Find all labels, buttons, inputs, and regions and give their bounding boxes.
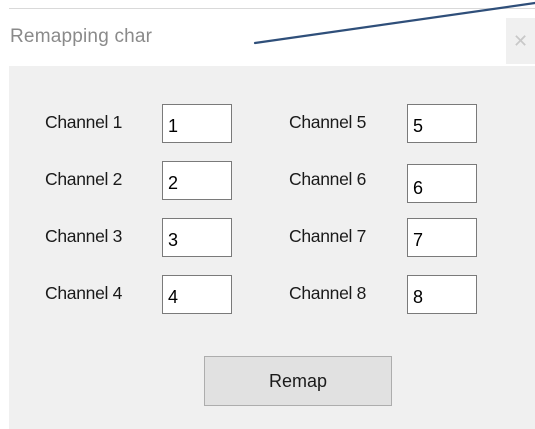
- channel-5-input[interactable]: [407, 104, 477, 143]
- channel-5-label: Channel 5: [289, 112, 367, 132]
- remap-button[interactable]: Remap: [204, 356, 392, 406]
- dialog-client-area: Channel 1 Channel 2 Channel 3 Channel 4 …: [9, 66, 535, 429]
- window-title: Remapping char: [10, 26, 153, 47]
- channel-3-label: Channel 3: [45, 226, 123, 246]
- channel-6-label: Channel 6: [289, 169, 367, 189]
- channel-2-label: Channel 2: [45, 169, 123, 189]
- title-bar[interactable]: Remapping char ✕: [9, 9, 535, 65]
- channel-6-input[interactable]: [407, 164, 477, 203]
- channel-1-input[interactable]: [162, 104, 232, 143]
- channel-1-label: Channel 1: [45, 112, 123, 132]
- channel-7-input[interactable]: [407, 218, 477, 257]
- close-button[interactable]: ✕: [506, 18, 535, 64]
- channel-4-label: Channel 4: [45, 283, 123, 303]
- channel-2-input[interactable]: [162, 161, 232, 200]
- channel-3-input[interactable]: [162, 218, 232, 257]
- channel-4-input[interactable]: [162, 275, 232, 314]
- screenshot-stage: Remapping char ✕ Channel 1 Channel 2 Cha…: [0, 0, 535, 429]
- channel-8-input[interactable]: [407, 275, 477, 314]
- channel-7-label: Channel 7: [289, 226, 367, 246]
- channel-8-label: Channel 8: [289, 283, 367, 303]
- close-icon: ✕: [512, 31, 529, 51]
- remapping-dialog: Remapping char ✕ Channel 1 Channel 2 Cha…: [9, 8, 535, 429]
